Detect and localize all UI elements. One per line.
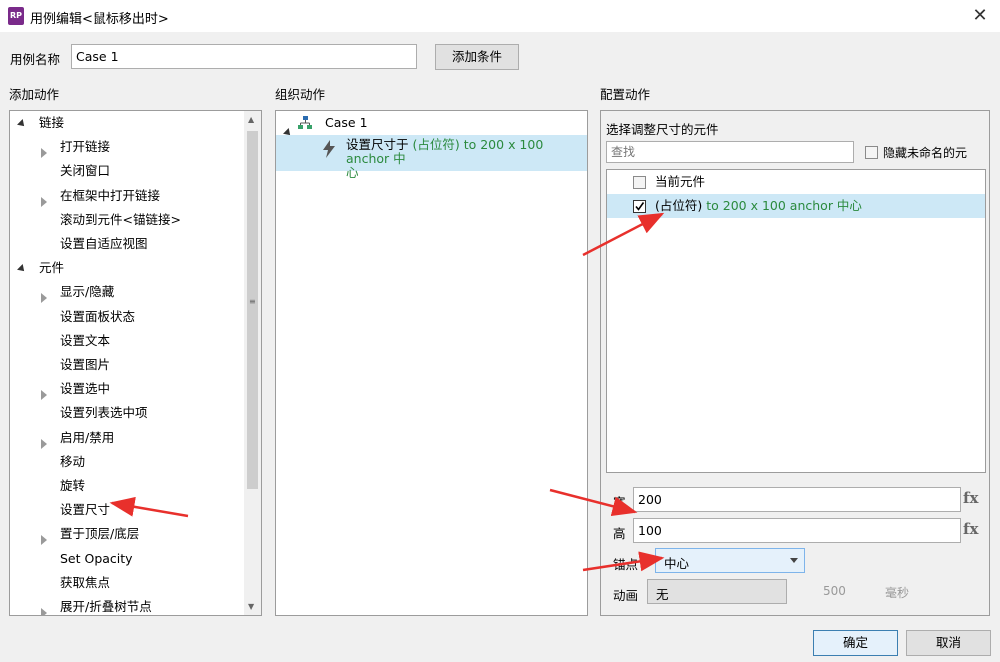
app-icon: RP bbox=[8, 7, 24, 25]
action-label: 显示/隐藏 bbox=[60, 284, 115, 300]
widget-detail: to 200 x 100 anchor 中心 bbox=[702, 198, 862, 213]
action-label: 移动 bbox=[60, 453, 86, 469]
action-item[interactable]: 移动 bbox=[10, 450, 245, 474]
organize-actions-tree: Case 1 设置尺寸于 (占位符) to 200 x 100 anchor 中… bbox=[275, 110, 588, 616]
case-node[interactable]: Case 1 bbox=[276, 111, 587, 138]
case-icon bbox=[298, 116, 312, 129]
select-widget-subheading: 选择调整尺寸的元件 bbox=[606, 122, 719, 137]
action-label: 设置自适应视图 bbox=[60, 236, 148, 251]
widget-row-current[interactable]: 当前元件 bbox=[607, 170, 985, 194]
action-item[interactable]: 设置尺寸 bbox=[10, 498, 245, 522]
action-item[interactable]: 设置自适应视图 bbox=[10, 232, 245, 256]
add-actions-heading: 添加动作 bbox=[9, 87, 60, 102]
widget-name: (占位符) bbox=[655, 198, 703, 213]
scrollbar[interactable]: ▲ ≡ ▼ bbox=[244, 111, 261, 615]
action-item[interactable]: 关闭窗口 bbox=[10, 159, 245, 183]
action-label: 关闭窗口 bbox=[60, 163, 111, 179]
widget-checkbox[interactable] bbox=[633, 176, 646, 189]
organize-actions-heading: 组织动作 bbox=[275, 87, 326, 102]
action-label: 设置尺寸 bbox=[60, 502, 111, 518]
action-item[interactable]: 打开链接 bbox=[10, 135, 245, 159]
action-label: 旋转 bbox=[60, 478, 86, 493]
action-prefix: 设置尺寸于 bbox=[346, 137, 413, 152]
action-item[interactable]: 设置面板状态 bbox=[10, 305, 245, 329]
widget-checkbox-checked[interactable] bbox=[633, 200, 646, 213]
anchor-select[interactable]: 中心 bbox=[655, 548, 805, 573]
configure-actions-panel: 选择调整尺寸的元件 隐藏未命名的元 当前元件 (占位符) to 200 x 10… bbox=[600, 110, 990, 616]
case-name-input[interactable] bbox=[71, 44, 417, 69]
hide-unnamed-checkbox[interactable] bbox=[865, 146, 878, 159]
case-label: Case 1 bbox=[325, 115, 368, 130]
widget-list: 当前元件 (占位符) to 200 x 100 anchor 中心 bbox=[606, 169, 986, 473]
action-label: 设置图片 bbox=[60, 357, 111, 372]
action-label: 在框架中打开链接 bbox=[60, 187, 161, 203]
configure-actions-heading: 配置动作 bbox=[600, 87, 651, 102]
cancel-button[interactable]: 取消 bbox=[906, 630, 991, 656]
action-item[interactable]: 启用/禁用 bbox=[10, 426, 245, 450]
action-item[interactable]: 设置图片 bbox=[10, 353, 245, 377]
action-label: 打开链接 bbox=[60, 139, 111, 155]
widget-row-placeholder[interactable]: (占位符) to 200 x 100 anchor 中心 bbox=[607, 194, 985, 218]
height-label: 高 bbox=[613, 526, 626, 541]
action-label: 链接 bbox=[39, 115, 65, 130]
action-label: 元件 bbox=[39, 260, 65, 276]
chevron-down-icon bbox=[790, 558, 798, 563]
height-fx-button[interactable]: fx bbox=[963, 520, 978, 538]
action-label: 置于顶层/底层 bbox=[60, 526, 140, 542]
action-detail-wrap: 心 bbox=[346, 165, 359, 180]
duration-unit: 毫秒 bbox=[885, 586, 910, 600]
lightning-icon bbox=[323, 140, 335, 158]
action-item[interactable]: Set Opacity bbox=[10, 547, 245, 571]
add-actions-tree: 链接打开链接关闭窗口在框架中打开链接滚动到元件<锚链接> 设置自适应视图元件显示/… bbox=[9, 110, 262, 616]
action-label: 设置面板状态 bbox=[60, 308, 136, 324]
action-label: 获取焦点 bbox=[60, 574, 111, 590]
widget-name: 当前元件 bbox=[655, 174, 706, 189]
action-item[interactable]: 滚动到元件<锚链接> bbox=[10, 208, 245, 232]
scrollbar-thumb[interactable] bbox=[247, 131, 258, 489]
height-input[interactable] bbox=[633, 518, 961, 543]
action-label: 滚动到元件<锚链接> bbox=[60, 211, 181, 227]
selected-action-row[interactable]: 设置尺寸于 (占位符) to 200 x 100 anchor 中 心 bbox=[276, 135, 587, 180]
action-item[interactable]: 设置文本 bbox=[10, 329, 245, 353]
action-item[interactable]: 显示/隐藏 bbox=[10, 280, 245, 304]
action-item[interactable]: 置于顶层/底层 bbox=[10, 522, 245, 546]
width-input[interactable] bbox=[633, 487, 961, 512]
duration-value: 500 bbox=[823, 584, 846, 598]
action-label: 设置列表选中项 bbox=[60, 405, 148, 421]
ok-button[interactable]: 确定 bbox=[813, 630, 898, 656]
close-icon[interactable]: ✕ bbox=[968, 4, 992, 28]
animation-label: 动画 bbox=[613, 588, 639, 603]
width-fx-button[interactable]: fx bbox=[963, 489, 978, 507]
action-group[interactable]: 链接 bbox=[10, 111, 245, 135]
hide-unnamed-label: 隐藏未命名的元 bbox=[883, 146, 968, 160]
action-group[interactable]: 元件 bbox=[10, 256, 245, 280]
action-item[interactable]: 设置列表选中项 bbox=[10, 401, 245, 425]
action-item[interactable]: 旋转 bbox=[10, 474, 245, 498]
action-label: 设置选中 bbox=[60, 381, 111, 397]
action-item[interactable]: 展开/折叠树节点 bbox=[10, 595, 245, 615]
animation-select[interactable]: 无 bbox=[647, 579, 787, 604]
animation-value: 无 bbox=[656, 587, 669, 602]
expanded-triangle-icon[interactable] bbox=[17, 111, 27, 135]
add-condition-button[interactable]: 添加条件 bbox=[435, 44, 519, 70]
anchor-label: 锚点 bbox=[613, 557, 639, 572]
action-label: 展开/折叠树节点 bbox=[60, 599, 152, 614]
window-title: 用例编辑<鼠标移出时> bbox=[30, 12, 169, 27]
action-label: Set Opacity bbox=[60, 550, 133, 566]
search-input[interactable] bbox=[606, 141, 854, 163]
action-item[interactable]: 设置选中 bbox=[10, 377, 245, 401]
width-label: 宽 bbox=[613, 495, 626, 510]
action-label: 设置文本 bbox=[60, 332, 111, 348]
action-item[interactable]: 获取焦点 bbox=[10, 571, 245, 595]
action-label: 启用/禁用 bbox=[60, 429, 115, 445]
action-item[interactable]: 在框架中打开链接 bbox=[10, 184, 245, 208]
anchor-value: 中心 bbox=[664, 556, 690, 571]
case-name-label: 用例名称 bbox=[10, 52, 61, 67]
expanded-triangle-icon[interactable] bbox=[17, 256, 27, 280]
collapsed-triangle-icon[interactable] bbox=[41, 602, 47, 615]
